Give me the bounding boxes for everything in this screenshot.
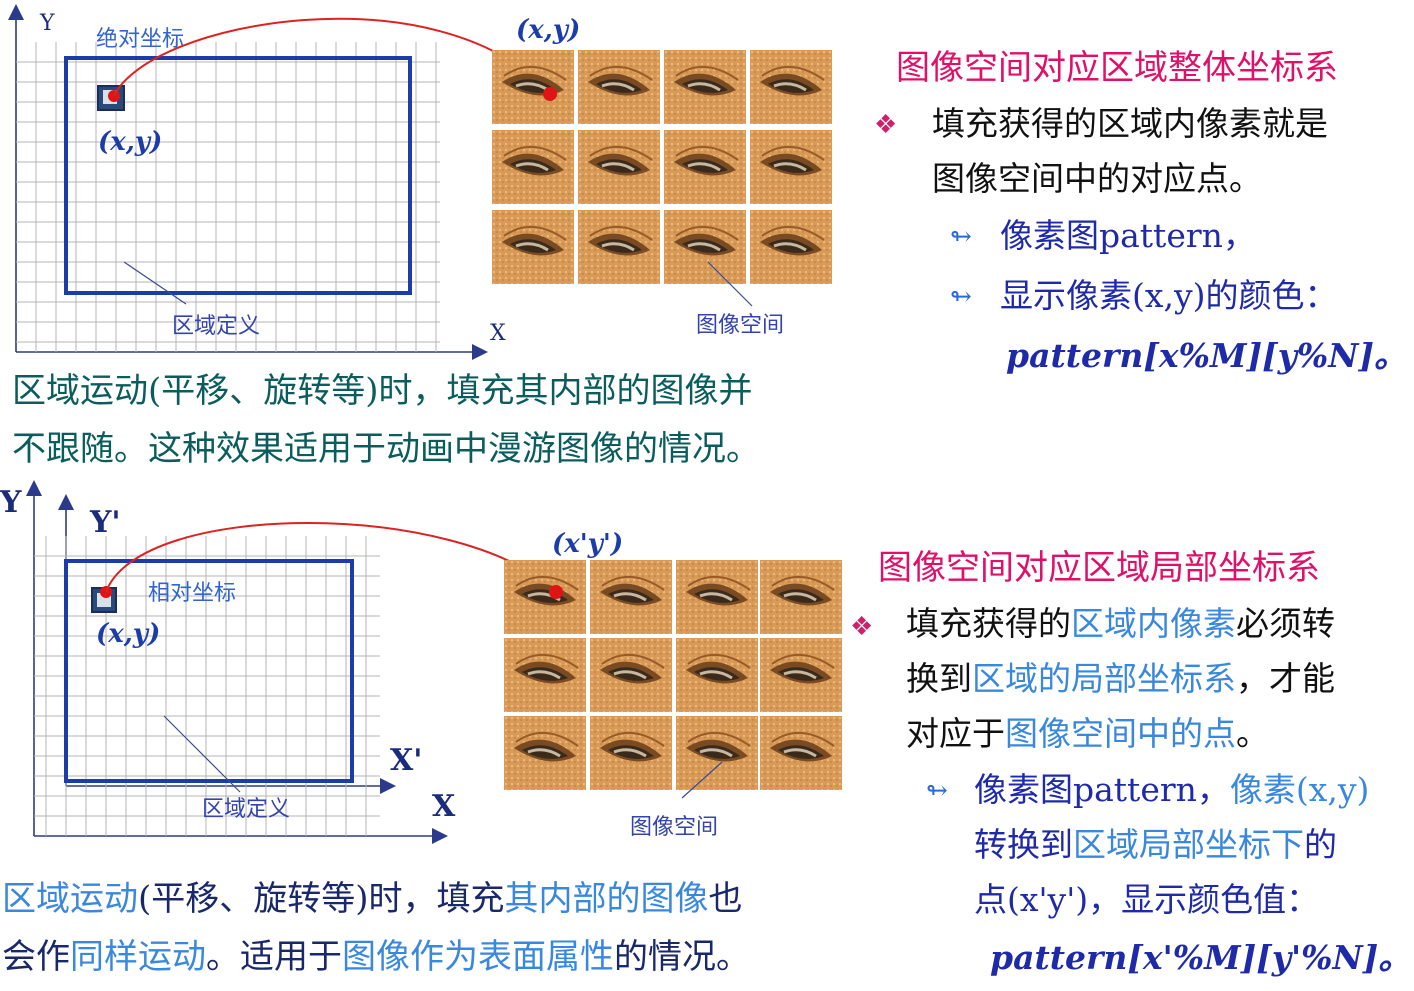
top-region-label: 区域定义 [172, 314, 260, 339]
top-diagram: Y X 绝对坐标 (x,y) (x,y) 区域定义 图像空间 [8, 4, 834, 360]
bottom-bullet-line3: 对应于图像空间中的点。 [906, 706, 1269, 761]
top-pattern-point-label: (x,y) [516, 15, 580, 45]
caption-hl-surface-attr: 图像作为表面属性 [342, 937, 614, 977]
caption-hl-same-motion: 同样运动 [70, 937, 206, 977]
bottom-x-prime-label: X' [390, 743, 422, 778]
top-image-space-label: 图像空间 [696, 313, 784, 338]
text-part: ，才能 [1236, 659, 1335, 698]
top-formula: pattern[x%M][y%N]。 [1006, 336, 1408, 375]
top-heading: 图像空间对应区域整体坐标系 [896, 48, 1338, 88]
top-caption-line2: 不跟随。这种效果适用于动画中漫游图像的情况。 [12, 429, 760, 469]
bottom-diagram: Y Y' X X' 相对坐标 (x,y) (x'y') 区域定义 图像空间 [0, 480, 844, 844]
four-diamond-bullet-icon: ❖ [850, 612, 874, 642]
text-part: 换到 [906, 659, 972, 698]
text-part: 像素图pattern， [974, 770, 1230, 809]
top-point-label: (x,y) [98, 127, 162, 157]
hl-image-space-point: 图像空间中的点 [1005, 714, 1236, 753]
top-pattern-image [490, 48, 834, 286]
bottom-pattern-point-label: (x'y') [552, 529, 623, 559]
bottom-sub-line1: 像素图pattern，像素(x,y) [974, 762, 1369, 817]
text-part: 的 [1304, 825, 1337, 864]
bottom-rel-coord-label: 相对坐标 [148, 581, 236, 606]
hl-region-pixels: 区域内像素 [1071, 604, 1236, 643]
bottom-region-label: 区域定义 [202, 797, 290, 822]
bottom-caption-line1: 区域运动(平移、旋转等)时，填充其内部的图像也 [2, 870, 743, 928]
caption-text: 也 [708, 879, 743, 919]
hl-local-coords-under: 区域局部坐标下 [1073, 825, 1304, 864]
text-part: 必须转 [1236, 604, 1335, 643]
top-grid [16, 42, 440, 352]
caption-text: 的情况。 [614, 937, 750, 977]
bottom-bullet-line2: 换到区域的局部坐标系，才能 [906, 651, 1335, 706]
four-diamond-bullet-icon: ❖ [874, 110, 898, 140]
swirl-bullet-icon: ↬ [926, 776, 948, 806]
text-part: 填充获得的 [906, 604, 1071, 643]
caption-hl-region-motion: 区域运动 [2, 879, 138, 919]
hl-local-coords: 区域的局部坐标系 [972, 659, 1236, 698]
bottom-point-label: (x,y) [96, 619, 160, 649]
top-sub2: 显示像素(x,y)的颜色： [1000, 276, 1338, 315]
bottom-y-prime-label: Y' [89, 505, 121, 540]
top-region-pointer [123, 261, 187, 305]
top-caption-line1: 区域运动(平移、旋转等)时，填充其内部的图像并 [12, 371, 753, 411]
bottom-bullet-line1: 填充获得的区域内像素必须转 [906, 596, 1335, 651]
bottom-image-space-label: 图像空间 [630, 815, 718, 840]
text-part: 对应于 [906, 714, 1005, 753]
top-pattern-dot [543, 87, 557, 101]
swirl-bullet-icon: ↬ [950, 282, 972, 312]
bottom-caption-line2: 会作同样运动。适用于图像作为表面属性的情况。 [2, 928, 750, 986]
text-part: 。 [1236, 714, 1269, 753]
top-sub1: 像素图pattern， [1000, 216, 1256, 255]
bottom-x-label: X [432, 789, 456, 824]
caption-text: 会作 [2, 937, 70, 977]
bottom-y-label: Y [0, 485, 22, 520]
bottom-formula: pattern[x'%M][y'%N]。 [990, 938, 1412, 977]
top-bullet-line1: 填充获得的区域内像素就是 [932, 104, 1328, 143]
bottom-sub-line3: 点(x'y')，显示颜色值： [974, 880, 1320, 919]
hl-pixel-xy: 像素(x,y) [1229, 770, 1370, 809]
text-part: 转换到 [974, 825, 1073, 864]
top-x-label: X [490, 321, 506, 346]
top-bullet-line2: 图像空间中的对应点。 [932, 159, 1262, 198]
bottom-pattern-dot [549, 585, 563, 599]
top-abs-coord-label: 绝对坐标 [96, 27, 184, 52]
top-y-label: Y [39, 11, 55, 36]
caption-text: (平移、旋转等)时，填充 [138, 879, 505, 919]
bottom-sub-line2: 转换到区域局部坐标下的 [974, 817, 1337, 872]
caption-hl-inner-image: 其内部的图像 [504, 879, 709, 919]
caption-text: 。适用于 [206, 937, 342, 977]
swirl-bullet-icon: ↬ [950, 222, 972, 252]
bottom-heading: 图像空间对应区域局部坐标系 [878, 548, 1320, 588]
